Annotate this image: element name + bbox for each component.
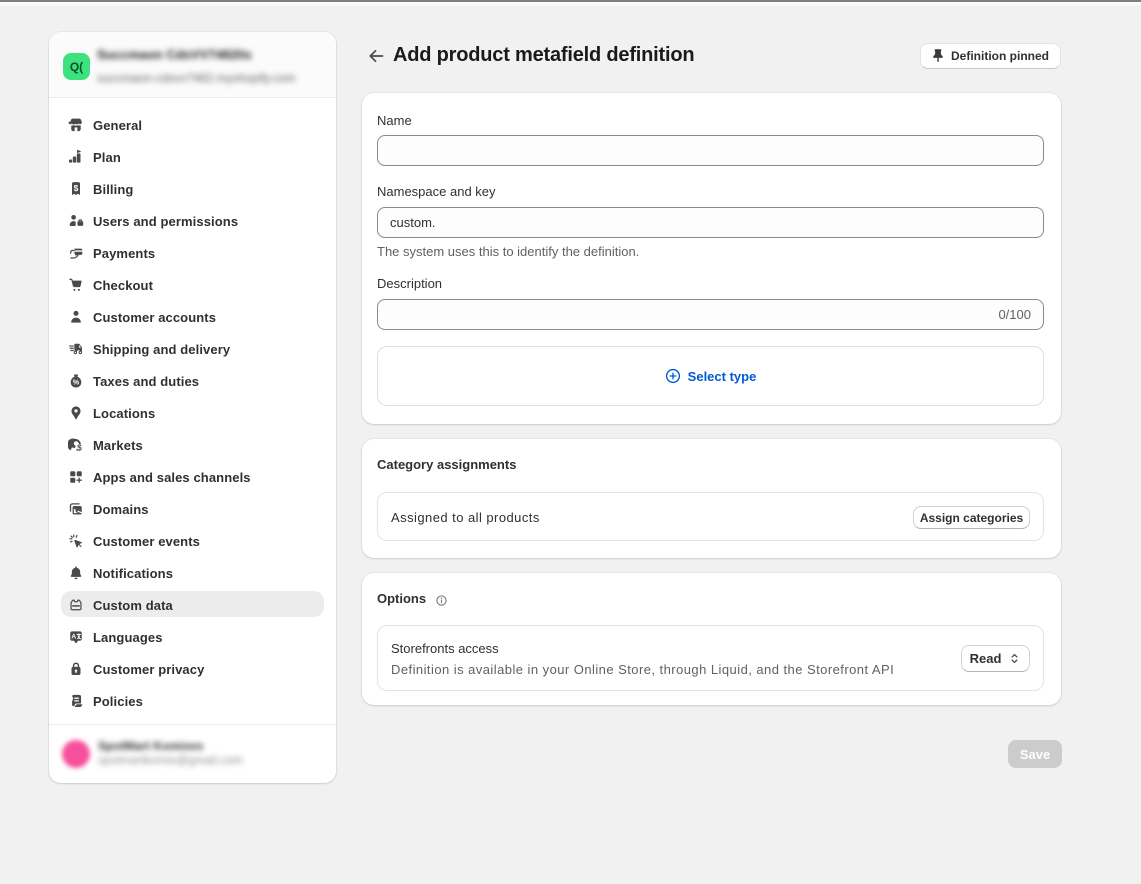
- svg-text:A: A: [71, 634, 76, 641]
- svg-text:%: %: [73, 377, 80, 386]
- svg-text:$: $: [74, 183, 79, 193]
- svg-text:$: $: [77, 444, 82, 453]
